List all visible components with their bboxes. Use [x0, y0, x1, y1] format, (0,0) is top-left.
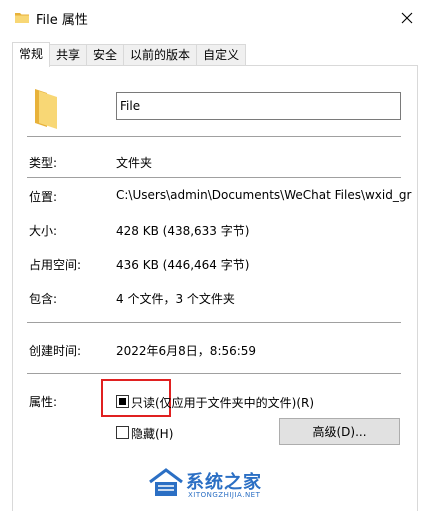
watermark-url: XITONGZHIJIA.NET — [188, 491, 261, 499]
house-icon — [149, 468, 183, 496]
location-value: C:\Users\admin\Documents\WeChat Files\wx… — [116, 188, 412, 202]
tab-security[interactable]: 安全 — [86, 44, 125, 66]
size-label: 大小: — [29, 224, 58, 238]
close-icon — [401, 12, 413, 24]
window-title: File 属性 — [36, 13, 88, 28]
tab-sharing[interactable]: 共享 — [49, 44, 88, 66]
hidden-checkbox[interactable] — [116, 426, 129, 439]
folder-icon — [33, 87, 59, 132]
close-button[interactable] — [384, 0, 430, 36]
general-panel: 类型: 文件夹 位置: C:\Users\admin\Documents\WeC… — [12, 65, 418, 511]
contains-value: 4 个文件，3 个文件夹 — [116, 292, 235, 306]
advanced-button[interactable]: 高级(D)... — [279, 418, 400, 445]
watermark-logo: 系统之家 XITONGZHIJIA.NET — [146, 466, 296, 506]
tab-customize[interactable]: 自定义 — [196, 44, 247, 66]
title-bar: File 属性 — [0, 0, 430, 36]
contains-label: 包含: — [29, 292, 58, 306]
type-label: 类型: — [29, 156, 58, 170]
tab-general[interactable]: 常规 — [12, 42, 51, 67]
type-value: 文件夹 — [116, 156, 153, 170]
divider — [27, 177, 401, 178]
tab-previous-versions[interactable]: 以前的版本 — [123, 44, 198, 66]
size-value: 428 KB (438,633 字节) — [116, 224, 250, 238]
divider — [27, 373, 401, 374]
size-on-disk-label: 占用空间: — [29, 258, 82, 272]
attributes-label: 属性: — [29, 395, 58, 409]
hidden-label[interactable]: 隐藏(H) — [131, 425, 173, 442]
divider — [27, 322, 401, 323]
folder-name-input[interactable] — [116, 92, 401, 120]
size-on-disk-value: 436 KB (446,464 字节) — [116, 258, 250, 272]
location-label: 位置: — [29, 190, 58, 204]
readonly-checkbox[interactable] — [116, 395, 129, 408]
created-value: 2022年6月8日，8:56:59 — [116, 344, 257, 358]
readonly-label[interactable]: 只读(仅应用于文件夹中的文件)(R) — [131, 394, 314, 411]
divider — [27, 136, 401, 137]
created-label: 创建时间: — [29, 344, 82, 358]
folder-icon — [14, 10, 30, 29]
tab-strip: 常规 共享 安全 以前的版本 自定义 — [12, 42, 247, 67]
